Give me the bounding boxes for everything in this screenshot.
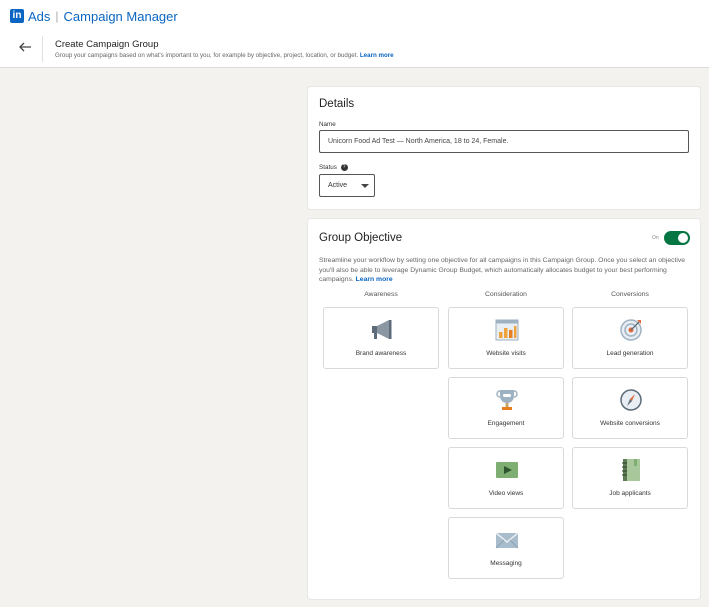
tile-label: Messaging xyxy=(490,560,522,567)
video-play-icon xyxy=(496,462,518,478)
objective-learn-more-link[interactable]: Learn more xyxy=(356,276,393,283)
details-card: Details Name Unicorn Food Ad Test — Nort… xyxy=(308,87,700,209)
tile-job-applicants[interactable]: Job applicants xyxy=(572,447,688,509)
tile-brand-awareness[interactable]: Brand awareness xyxy=(323,307,439,369)
toggle-label: On xyxy=(652,235,659,241)
back-arrow-icon[interactable] xyxy=(18,40,32,54)
tile-engagement[interactable]: Engagement xyxy=(448,377,564,439)
objective-toggle[interactable] xyxy=(664,231,690,245)
tile-label: Engagement xyxy=(487,420,525,427)
tile-label: Lead generation xyxy=(606,350,654,357)
notebook-icon xyxy=(622,459,640,481)
top-bar: in Ads | Campaign Manager xyxy=(0,0,709,32)
brand-name[interactable]: Campaign Manager xyxy=(64,9,178,24)
page-subtitle: Group your campaigns based on what's imp… xyxy=(55,52,394,59)
header-divider xyxy=(42,36,43,62)
chevron-down-icon xyxy=(361,184,369,188)
column-conversions: Conversions xyxy=(611,291,649,298)
tile-label: Brand awareness xyxy=(355,350,407,357)
status-label-row: Status ? xyxy=(319,164,348,171)
compass-icon xyxy=(620,389,642,411)
envelope-icon xyxy=(495,532,519,549)
brand-ads[interactable]: Ads xyxy=(28,9,50,24)
toggle-knob xyxy=(678,233,688,243)
objective-card: Group Objective On Streamline your workf… xyxy=(308,219,700,599)
status-select[interactable]: Active xyxy=(319,174,375,197)
column-consideration: Consideration xyxy=(485,291,527,298)
trophy-icon xyxy=(496,390,518,410)
tile-website-conversions[interactable]: Website conversions xyxy=(572,377,688,439)
target-icon xyxy=(620,319,642,341)
tile-messaging[interactable]: Messaging xyxy=(448,517,564,579)
page-subtitle-text: Group your campaigns based on what's imp… xyxy=(55,52,359,59)
website-chart-icon xyxy=(495,319,519,341)
page-title: Create Campaign Group xyxy=(55,39,159,50)
column-awareness: Awareness xyxy=(364,291,398,298)
details-title: Details xyxy=(319,98,355,110)
status-label: Status xyxy=(319,164,337,172)
objective-title: Group Objective xyxy=(319,232,403,244)
tile-label: Video views xyxy=(488,490,524,497)
brand-separator: | xyxy=(55,9,59,23)
objective-description: Streamline your workflow by setting one … xyxy=(319,256,694,285)
page-header: Create Campaign Group Group your campaig… xyxy=(0,32,709,68)
tile-website-visits[interactable]: Website visits xyxy=(448,307,564,369)
name-label: Name xyxy=(319,121,336,128)
megaphone-icon xyxy=(372,320,392,339)
help-icon[interactable]: ? xyxy=(340,164,348,171)
name-input[interactable]: Unicorn Food Ad Test — North America, 18… xyxy=(319,130,689,153)
tile-video-views[interactable]: Video views xyxy=(448,447,564,509)
tile-label: Job applicants xyxy=(609,490,651,497)
status-value: Active xyxy=(328,182,348,189)
linkedin-logo-icon[interactable]: in xyxy=(10,9,24,23)
tile-label: Website conversions xyxy=(600,420,660,427)
learn-more-link[interactable]: Learn more xyxy=(360,52,394,59)
tile-lead-generation[interactable]: Lead generation xyxy=(572,307,688,369)
tile-label: Website visits xyxy=(486,350,526,357)
